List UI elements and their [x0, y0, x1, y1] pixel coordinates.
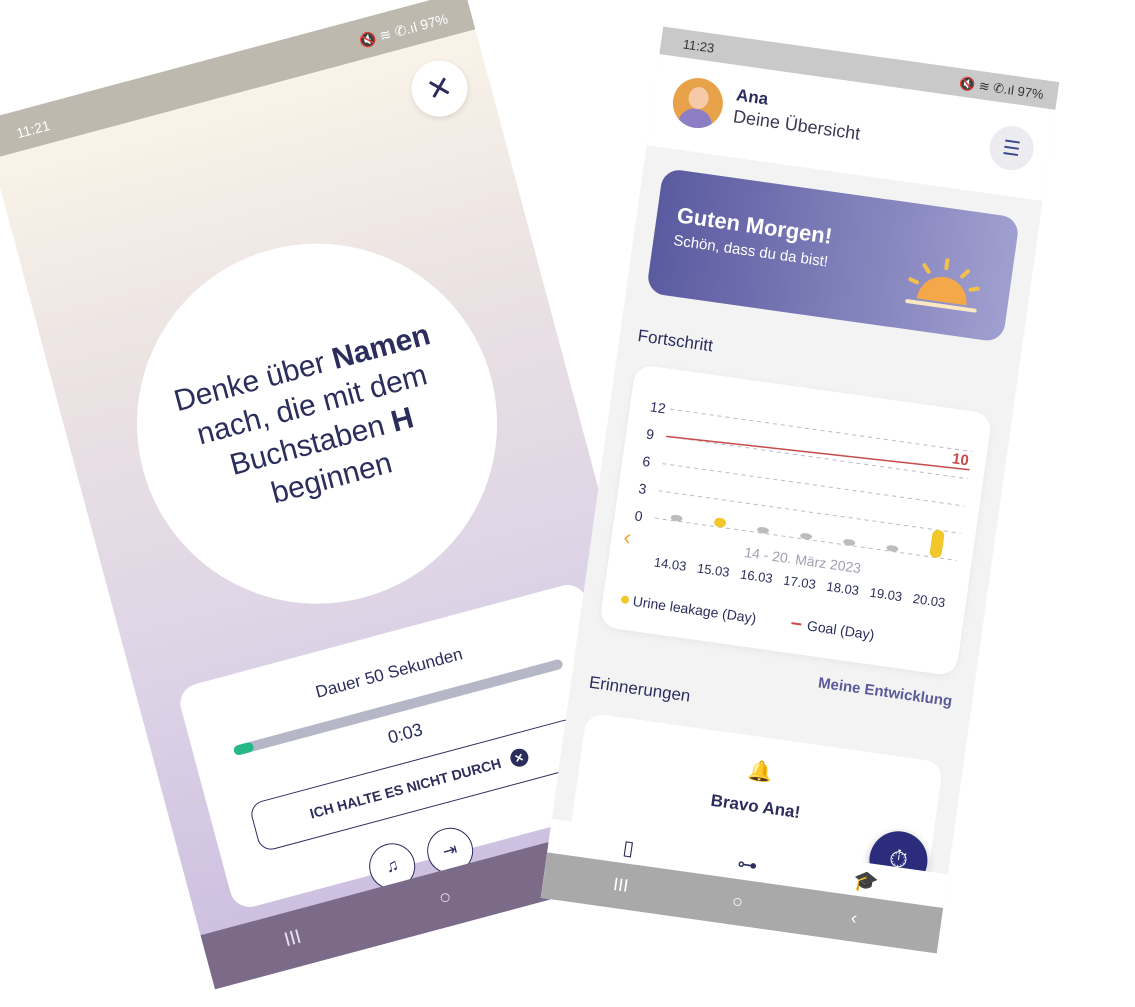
y-tick-label: 0 [634, 507, 644, 524]
legend-goal-label: Goal (Day) [806, 617, 875, 642]
close-button[interactable]: ✕ [405, 54, 474, 123]
exit-icon: ⇥ [440, 839, 460, 862]
progress-chart: 0 3 6 9 12 10 14.03 15.03 16.03 17.03 18.03 19.03 20… [621, 398, 973, 643]
hamburger-icon: ☰ [1001, 136, 1022, 161]
recent-apps-button[interactable]: III [612, 874, 630, 897]
legend-dot [621, 595, 630, 604]
exercise-prompt-circle: Denke über Namen nach, die mit dem Buchs… [96, 203, 538, 645]
chart-bar [929, 530, 945, 558]
reminders-section-title: Erinnerungen [587, 672, 692, 706]
status-time: 11:23 [681, 36, 716, 56]
progress-section-title: Fortschritt [636, 326, 715, 356]
y-tick-label: 9 [645, 426, 655, 443]
back-button[interactable]: ‹ [850, 907, 859, 929]
y-tick-label: 3 [638, 480, 648, 497]
progress-chart-card: 0 3 6 9 12 10 14.03 15.03 16.03 17.03 18.03 19.03 20… [599, 363, 993, 677]
exercise-prompt: Denke über Namen nach, die mit dem Buchs… [170, 318, 434, 511]
y-tick-label: 6 [641, 453, 651, 470]
chart-bar [714, 517, 727, 528]
grid-line [658, 490, 961, 534]
home-button[interactable]: ○ [436, 885, 454, 910]
battery-level: 97% [1016, 83, 1045, 102]
status-time: 11:21 [14, 116, 52, 142]
goal-line [666, 435, 970, 471]
x-tick-label: 16.03 [739, 567, 773, 586]
grid-line [666, 435, 969, 480]
recent-apps-button[interactable]: III [282, 926, 304, 953]
battery-level: 97% [418, 10, 450, 34]
grid-line [662, 463, 965, 507]
x-tick-label: 20.03 [912, 591, 946, 610]
goal-end-label: 10 [951, 450, 970, 469]
close-icon: ✕ [423, 69, 456, 108]
avatar[interactable] [669, 74, 727, 132]
x-tick-label: 14.03 [653, 554, 687, 573]
x-tick-label: 18.03 [826, 579, 860, 598]
x-tick-label: 17.03 [782, 573, 816, 592]
home-button[interactable]: ○ [731, 891, 745, 913]
x-tick-label: 19.03 [869, 585, 903, 604]
timer-progress-fill [232, 741, 256, 757]
prev-week-icon: ‹ [622, 524, 633, 550]
meine-entwicklung-link[interactable]: Meine Entwicklung [817, 675, 953, 711]
give-up-label: ICH HALTE ES NICHT DURCH [308, 754, 503, 822]
close-circle-icon: ✕ [508, 746, 531, 769]
sun-icon [905, 258, 980, 313]
grid-line [669, 408, 973, 453]
status-bar: 11:21 🔇 ≋ ✆.ıl 97% [0, 0, 476, 159]
legend-goal-line [791, 622, 802, 626]
music-off-icon: ♫ [383, 855, 401, 877]
status-icons: 🔇 ≋ ✆.ıl [357, 18, 419, 50]
status-icons: 🔇 ≋ ✆.ıl [958, 75, 1016, 98]
greeting-card: Guten Morgen! Schön, dass du da bist! [645, 167, 1021, 343]
overview-screen: 11:23 🔇 ≋ ✆.ıl 97% Ana Deine Übersicht ☰… [540, 26, 1060, 954]
chart-bar [800, 533, 813, 540]
page-title: Deine Übersicht [731, 106, 862, 144]
x-tick-label: 15.03 [696, 561, 730, 580]
legend-series-label: Urine leakage (Day) [632, 593, 758, 626]
y-tick-label: 12 [649, 398, 667, 416]
